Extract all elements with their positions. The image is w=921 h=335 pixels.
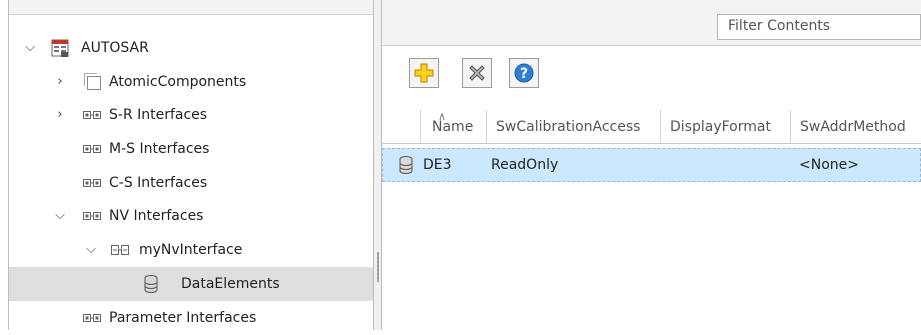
- tree-item-label: myNvInterface: [139, 242, 243, 258]
- column-header-name[interactable]: Name: [432, 119, 473, 135]
- tree-item-sr-interfaces[interactable]: › S-R Interfaces: [9, 98, 373, 132]
- chevron-right-icon[interactable]: ›: [53, 75, 67, 89]
- chevron-right-icon[interactable]: ›: [53, 108, 67, 122]
- column-header-swcalibrationaccess[interactable]: SwCalibrationAccess: [496, 119, 640, 135]
- interface-icon: [83, 212, 101, 220]
- column-separator[interactable]: [660, 110, 661, 144]
- tree-item-label: DataElements: [181, 276, 280, 292]
- tree-item-ms-interfaces[interactable]: M-S Interfaces: [9, 132, 373, 166]
- cell-swaddrmethod[interactable]: <None>: [799, 157, 859, 173]
- interface-icon: [83, 145, 101, 153]
- table-row[interactable]: DE3 ReadOnly <None>: [382, 148, 921, 182]
- tree-item-cs-interfaces[interactable]: C-S Interfaces: [9, 166, 373, 200]
- chevron-down-icon[interactable]: ⌵: [53, 209, 67, 223]
- tree-item-nv-interfaces[interactable]: ⌵ NV Interfaces: [9, 199, 373, 233]
- pane-splitter[interactable]: [374, 0, 382, 330]
- interface-icon: [83, 314, 101, 322]
- tree-item-dataelements[interactable]: DataElements: [9, 267, 373, 301]
- column-separator: [420, 110, 421, 144]
- tree-item-atomiccomponents[interactable]: › AtomicComponents: [9, 65, 373, 99]
- tree-header-strip: [9, 0, 373, 15]
- add-button[interactable]: [409, 58, 439, 88]
- filter-contents-input[interactable]: Filter Contents: [717, 14, 921, 40]
- tree-item-mynvinterface[interactable]: ⌵ myNvInterface: [9, 233, 373, 267]
- tree-item-label: M-S Interfaces: [109, 141, 210, 157]
- column-header-displayformat[interactable]: DisplayFormat: [670, 119, 771, 135]
- filter-placeholder: Filter Contents: [728, 18, 831, 34]
- tree-item-label: AUTOSAR: [81, 40, 149, 56]
- database-icon: [144, 275, 158, 293]
- help-button[interactable]: ?: [509, 58, 539, 88]
- tree-item-label: C-S Interfaces: [109, 175, 208, 191]
- cell-swcalibrationaccess[interactable]: ReadOnly: [491, 157, 558, 173]
- column-header-swaddrmethod[interactable]: SwAddrMethod: [800, 119, 906, 135]
- tree-item-label: NV Interfaces: [109, 208, 204, 224]
- column-separator[interactable]: [486, 110, 487, 144]
- tree-item-label: S-R Interfaces: [109, 107, 208, 123]
- help-question-icon: ?: [514, 63, 534, 83]
- interface-icon: [83, 179, 101, 187]
- tree-item-autosar[interactable]: ⌵ AUTOSAR: [9, 31, 373, 65]
- chevron-down-icon[interactable]: ⌵: [23, 41, 37, 55]
- database-icon: [399, 156, 413, 174]
- tree-item-label: AtomicComponents: [109, 74, 247, 90]
- component-icon: [84, 73, 101, 90]
- delete-button[interactable]: [462, 58, 492, 88]
- delete-x-icon: [469, 65, 485, 81]
- autosar-package-icon: [51, 39, 69, 57]
- grid-header: ∧ Name SwCalibrationAccess DisplayFormat…: [382, 110, 921, 144]
- column-separator[interactable]: [790, 110, 791, 144]
- chevron-down-icon[interactable]: ⌵: [84, 243, 98, 257]
- nv-interface-icon: [111, 245, 129, 255]
- content-pane: Filter Contents ? ∧ Name SwCalibrationAc…: [382, 0, 921, 330]
- add-plus-icon: [414, 63, 434, 83]
- interface-icon: [83, 111, 101, 119]
- svg-text:?: ?: [520, 66, 528, 82]
- tree-item-label: Parameter Interfaces: [109, 310, 257, 326]
- splitter-grip-icon[interactable]: [377, 252, 379, 282]
- cell-name[interactable]: DE3: [423, 157, 452, 173]
- tree-pane: ⌵ AUTOSAR › AtomicComponents › S-R Inter…: [8, 0, 374, 330]
